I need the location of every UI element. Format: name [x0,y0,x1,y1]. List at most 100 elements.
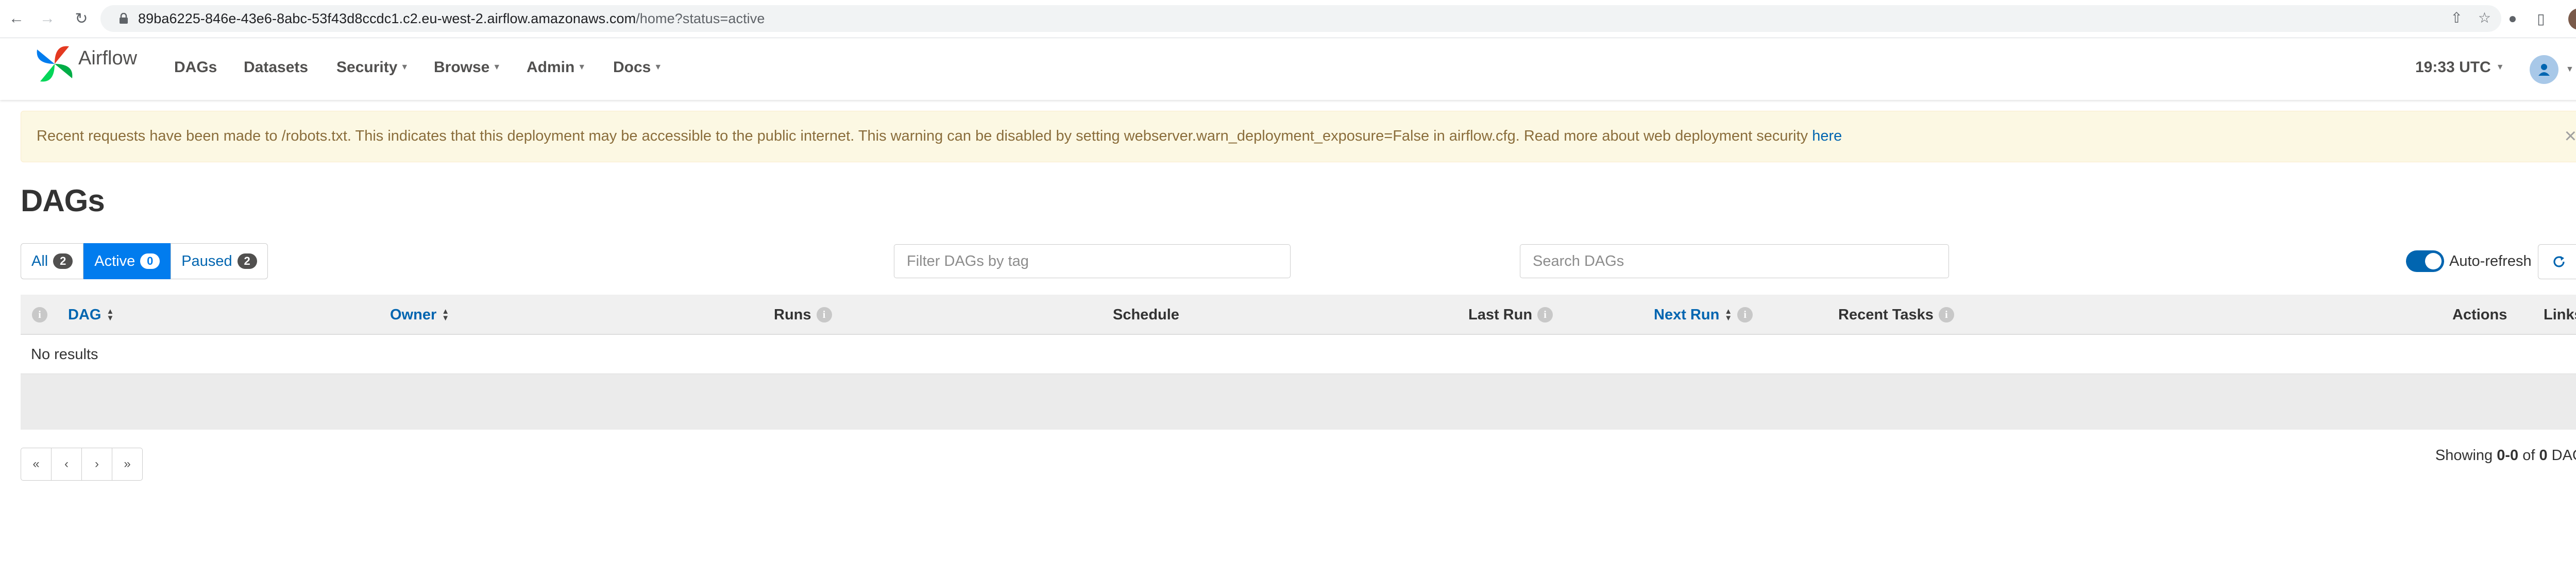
sidebar-panel-icon[interactable]: ▯ [2530,7,2552,30]
pagination: « ‹ › » [21,448,143,481]
info-icon[interactable]: i [816,307,832,323]
nav-security[interactable]: Security ▼ [336,59,409,76]
nav-browse[interactable]: Browse ▼ [434,59,501,76]
address-bar[interactable]: 89ba6225-846e-43e6-8abc-53f43d8ccdc1.c2.… [100,5,2501,32]
nav-dags-label: DAGs [174,59,217,76]
col-links: Links [2544,295,2576,335]
col-actions: Actions [2452,295,2507,335]
col-dag-label: DAG [68,306,101,323]
nav-docs-label: Docs [613,59,651,76]
alert-here-link[interactable]: here [1812,128,1842,144]
chevron-down-icon: ▼ [400,63,409,72]
alert-message: Recent requests have been made to /robot… [37,128,1842,145]
auto-refresh-toggle[interactable] [2406,250,2444,272]
bookmark-star-icon[interactable]: ☆ [2478,9,2491,26]
browser-toolbar: ← → ↻ 89ba6225-846e-43e6-8abc-53f43d8ccd… [0,0,2576,38]
showing-range: 0-0 [2497,447,2519,464]
airflow-navbar: Airflow DAGs Datasets Security ▼ Browse ▼ … [0,38,2576,100]
timezone-menu[interactable]: 19:33 UTC ▼ [2415,59,2504,76]
chevron-down-icon: ▼ [2566,65,2574,74]
tag-filter-input[interactable] [894,244,1291,278]
nav-browse-label: Browse [434,59,490,76]
no-results-text: No results [31,346,98,363]
dags-table-header: i DAG ▲ ▼ Owner ▲ ▼ Runs i Schedule Last R… [21,295,2576,335]
extensions-puzzle-icon[interactable]: ● [2501,7,2524,30]
share-icon[interactable]: ⇧ [2450,9,2462,26]
col-next-run-label: Next Run [1654,306,1720,323]
col-recent-tasks: Recent Tasks i [1838,295,1954,335]
chevron-down-icon: ▼ [2496,63,2504,72]
table-body-filler [21,374,2576,430]
page-title: DAGs [21,183,105,218]
url-host: 89ba6225-846e-43e6-8abc-53f43d8ccdc1.c2.… [138,10,636,26]
status-filter-paused[interactable]: Paused 2 [171,243,268,279]
status-filter-group: All 2 Active 0 Paused 2 [21,243,268,279]
status-filter-paused-label: Paused [181,252,232,269]
sort-icon: ▲ ▼ [106,307,114,323]
col-schedule-label: Schedule [1113,306,1179,323]
col-actions-label: Actions [2452,306,2507,323]
info-icon[interactable]: i [1737,307,1753,323]
current-time: 19:33 UTC [2415,59,2491,76]
status-filter-all[interactable]: All 2 [21,243,84,279]
next-page-button[interactable]: › [81,448,112,481]
auto-refresh-label: Auto-refresh [2449,252,2532,269]
search-input[interactable] [1520,244,1949,278]
nav-admin[interactable]: Admin ▼ [527,59,586,76]
chevron-down-icon: ▼ [654,63,663,72]
nav-security-label: Security [336,59,398,76]
col-last-run-label: Last Run [1468,306,1533,323]
user-avatar-icon [2530,55,2558,84]
browser-profile-avatar[interactable] [2568,8,2576,30]
brand-name: Airflow [78,47,138,69]
nav-datasets-label: Datasets [244,59,309,76]
col-dag[interactable]: DAG ▲ ▼ [68,295,114,335]
count-badge: 0 [140,253,160,269]
showing-suffix: DAGs [2551,447,2576,464]
alert-text: Recent requests have been made to /robot… [37,128,1812,144]
nav-admin-label: Admin [527,59,575,76]
back-icon[interactable]: ← [6,7,27,30]
select-all-info-icon[interactable]: i [32,295,47,335]
count-badge: 2 [53,253,73,269]
first-page-button[interactable]: « [21,448,52,481]
airflow-logo[interactable]: Airflow [34,43,137,84]
col-next-run[interactable]: Next Run ▲ ▼ i [1654,295,1753,335]
col-recent-tasks-label: Recent Tasks [1838,306,1934,323]
prev-page-button[interactable]: ‹ [51,448,82,481]
url-path: /home?status=active [636,10,765,26]
info-icon[interactable]: i [1938,307,1954,323]
status-filter-active-label: Active [94,252,135,269]
refresh-icon [2553,256,2565,267]
col-runs: Runs i [774,295,832,335]
col-owner-label: Owner [390,306,437,323]
showing-total: 0 [2539,447,2548,464]
col-owner[interactable]: Owner ▲ ▼ [390,295,449,335]
table-row-empty: No results [21,335,2576,374]
forward-icon[interactable]: → [37,7,58,30]
showing-count: Showing 0-0 of 0 DAGs [2435,447,2576,464]
status-filter-active[interactable]: Active 0 [83,243,171,279]
sort-icon: ▲ ▼ [442,307,450,323]
showing-of: of [2518,447,2539,464]
chevron-down-icon: ▼ [493,63,501,72]
col-schedule: Schedule [1113,295,1179,335]
chevron-down-icon: ▼ [578,63,586,72]
last-page-button[interactable]: » [112,448,143,481]
info-icon[interactable]: i [1537,307,1553,323]
count-badge: 2 [237,253,257,269]
deployment-exposure-alert: Recent requests have been made to /robot… [21,111,2576,162]
col-runs-label: Runs [774,306,811,323]
col-last-run: Last Run i [1468,295,1553,335]
url-text: 89ba6225-846e-43e6-8abc-53f43d8ccdc1.c2.… [138,11,765,27]
user-menu[interactable]: ▼ [2530,55,2574,84]
nav-datasets[interactable]: Datasets [244,59,308,76]
nav-docs[interactable]: Docs ▼ [613,59,662,76]
showing-prefix: Showing [2435,447,2497,464]
refresh-button[interactable] [2538,244,2576,279]
airflow-pinwheel-icon [37,46,73,82]
nav-dags[interactable]: DAGs [174,59,217,76]
status-filter-all-label: All [31,252,48,269]
close-icon[interactable]: × [2565,126,2576,146]
reload-icon[interactable]: ↻ [71,7,92,30]
